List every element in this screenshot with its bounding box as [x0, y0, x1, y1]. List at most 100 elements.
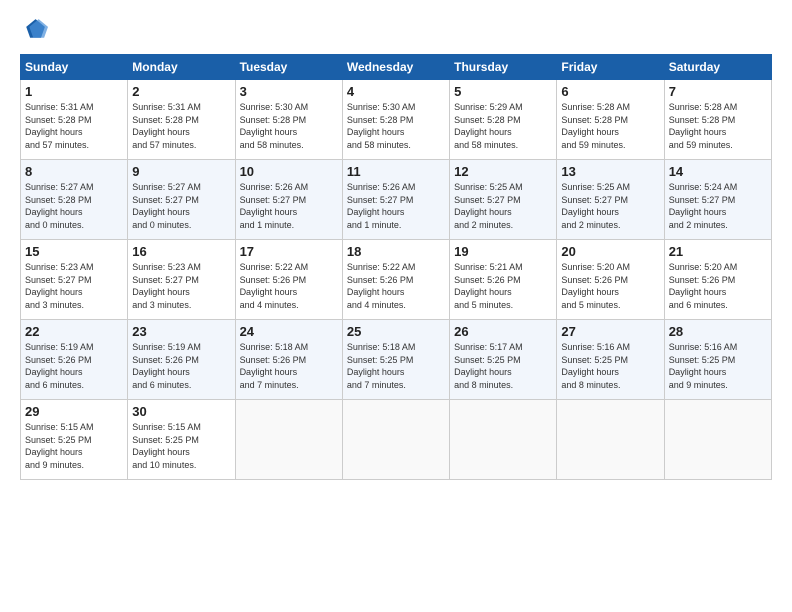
- sunrise-text: Sunrise: 5:21 AM: [454, 262, 523, 272]
- daylight-label: Daylight hours: [240, 127, 298, 137]
- day-info: Sunrise: 5:20 AMSunset: 5:26 PMDaylight …: [669, 261, 767, 311]
- day-number: 1: [25, 84, 123, 99]
- calendar-cell: 4 Sunrise: 5:30 AMSunset: 5:28 PMDaylight…: [342, 80, 449, 160]
- sunset-text: Sunset: 5:27 PM: [132, 275, 199, 285]
- calendar-cell: 17Sunrise: 5:22 AMSunset: 5:26 PMDayligh…: [235, 240, 342, 320]
- daylight-label: Daylight hours: [347, 367, 405, 377]
- sunset-text: Sunset: 5:26 PM: [25, 355, 92, 365]
- daylight-label: Daylight hours: [132, 287, 190, 297]
- sunrise-text: Sunrise: 5:20 AM: [669, 262, 738, 272]
- calendar-cell: 19Sunrise: 5:21 AMSunset: 5:26 PMDayligh…: [450, 240, 557, 320]
- calendar-cell: 25Sunrise: 5:18 AMSunset: 5:25 PMDayligh…: [342, 320, 449, 400]
- daylight-label: Daylight hours: [25, 447, 83, 457]
- sunrise-text: Sunrise: 5:26 AM: [347, 182, 416, 192]
- day-info: Sunrise: 5:15 AMSunset: 5:25 PMDaylight …: [132, 421, 230, 471]
- day-number: 15: [25, 244, 123, 259]
- calendar-cell: [664, 400, 771, 480]
- day-info: Sunrise: 5:20 AMSunset: 5:26 PMDaylight …: [561, 261, 659, 311]
- day-number: 9: [132, 164, 230, 179]
- day-info: Sunrise: 5:22 AM Sunset: 5:26 PM Daylight …: [240, 261, 338, 311]
- daylight-minutes: and 57 minutes.: [25, 140, 89, 150]
- day-number: 2: [132, 84, 230, 99]
- sunrise-text: Sunrise: 5:20 AM: [561, 262, 630, 272]
- daylight-label: Daylight hours: [25, 127, 83, 137]
- daylight-label: Daylight hours: [347, 207, 405, 217]
- dow-header: Monday: [128, 55, 235, 80]
- calendar-cell: 13Sunrise: 5:25 AMSunset: 5:27 PMDayligh…: [557, 160, 664, 240]
- daylight-label: Daylight hours: [25, 207, 83, 217]
- sunset-text: Sunset: 5:26 PM: [561, 275, 628, 285]
- day-number: 30: [132, 404, 230, 419]
- daylight-label: Daylight hours: [240, 287, 298, 297]
- daylight-minutes: and 2 minutes.: [454, 220, 513, 230]
- sunrise-text: Sunrise: 5:15 AM: [25, 422, 94, 432]
- daylight-label: Daylight hours: [561, 207, 619, 217]
- sunrise-text: Sunrise: 5:19 AM: [25, 342, 94, 352]
- sunrise-text: Sunrise: 5:26 AM: [240, 182, 309, 192]
- daylight-minutes: and 8 minutes.: [561, 380, 620, 390]
- calendar-cell: 20Sunrise: 5:20 AMSunset: 5:26 PMDayligh…: [557, 240, 664, 320]
- sunrise-text: Sunrise: 5:30 AM: [347, 102, 416, 112]
- sunrise-text: Sunrise: 5:28 AM: [561, 102, 630, 112]
- calendar-cell: 8Sunrise: 5:27 AMSunset: 5:28 PMDaylight…: [21, 160, 128, 240]
- daylight-minutes: and 59 minutes.: [669, 140, 733, 150]
- calendar-cell: 18Sunrise: 5:22 AMSunset: 5:26 PMDayligh…: [342, 240, 449, 320]
- daylight-minutes: and 6 minutes.: [25, 380, 84, 390]
- day-info: Sunrise: 5:27 AMSunset: 5:28 PMDaylight …: [25, 181, 123, 231]
- daylight-label: Daylight hours: [25, 287, 83, 297]
- calendar-cell: 15 Sunrise: 5:23 AMSunset: 5:27 PMDayligh…: [21, 240, 128, 320]
- daylight-minutes: and 5 minutes.: [454, 300, 513, 310]
- sunrise-text: Sunrise: 5:27 AM: [25, 182, 94, 192]
- day-number: 20: [561, 244, 659, 259]
- day-number: 23: [132, 324, 230, 339]
- daylight-label: Daylight hours: [669, 127, 727, 137]
- sunrise-text: Sunrise: 5:22 AM: [240, 262, 309, 272]
- calendar-cell: 6Sunrise: 5:28 AMSunset: 5:28 PMDaylight…: [557, 80, 664, 160]
- daylight-label: Daylight hours: [347, 127, 405, 137]
- day-number: 19: [454, 244, 552, 259]
- sunrise-text: Sunrise: 5:22 AM: [347, 262, 416, 272]
- daylight-minutes: and 57 minutes.: [132, 140, 196, 150]
- dow-header: Thursday: [450, 55, 557, 80]
- sunset-text: Sunset: 5:27 PM: [240, 195, 307, 205]
- daylight-label: Daylight hours: [347, 287, 405, 297]
- sunrise-text: Sunrise: 5:23 AM: [25, 262, 94, 272]
- day-info: Sunrise: 5:28 AMSunset: 5:28 PMDaylight …: [669, 101, 767, 151]
- calendar-cell: 9Sunrise: 5:27 AMSunset: 5:27 PMDaylight…: [128, 160, 235, 240]
- day-number: 6: [561, 84, 659, 99]
- daylight-label: Daylight hours: [561, 367, 619, 377]
- daylight-minutes: and 3 minutes.: [132, 300, 191, 310]
- daylight-label: Daylight hours: [669, 367, 727, 377]
- calendar-cell: 3Sunrise: 5:30 AMSunset: 5:28 PMDaylight…: [235, 80, 342, 160]
- daylight-minutes: and 7 minutes.: [240, 380, 299, 390]
- day-info: Sunrise: 5:26 AMSunset: 5:27 PMDaylight …: [347, 181, 445, 231]
- sunset-text: Sunset: 5:26 PM: [347, 275, 414, 285]
- day-number: 28: [669, 324, 767, 339]
- dow-header: Saturday: [664, 55, 771, 80]
- daylight-minutes: and 59 minutes.: [561, 140, 625, 150]
- daylight-minutes: and 0 minutes.: [132, 220, 191, 230]
- sunrise-text: Sunrise: 5:27 AM: [132, 182, 201, 192]
- sunset-text: Sunset: 5:25 PM: [25, 435, 92, 445]
- calendar-week-row: 22Sunrise: 5:19 AMSunset: 5:26 PMDayligh…: [21, 320, 772, 400]
- sunset-text: Sunset: 5:26 PM: [240, 275, 307, 285]
- calendar-week-row: 15Sunrise: 5:23 AMSunset: 5:27 PMDayligh…: [21, 240, 772, 320]
- day-number: 4: [347, 84, 445, 99]
- calendar-cell: 24Sunrise: 5:18 AMSunset: 5:26 PMDayligh…: [235, 320, 342, 400]
- calendar-cell: 14Sunrise: 5:24 AMSunset: 5:27 PMDayligh…: [664, 160, 771, 240]
- day-number: 11: [347, 164, 445, 179]
- calendar-cell: 7Sunrise: 5:28 AMSunset: 5:28 PMDaylight…: [664, 80, 771, 160]
- day-info: Sunrise: 5:30 AMSunset: 5:28 PMDaylight …: [347, 101, 445, 151]
- calendar-cell: [342, 400, 449, 480]
- sunset-text: Sunset: 5:28 PM: [132, 115, 199, 125]
- sunrise-text: Sunrise: 5:31 AM: [25, 102, 94, 112]
- sunrise-text: Sunrise: 5:28 AM: [669, 102, 738, 112]
- day-number: 29: [25, 404, 123, 419]
- day-info: Sunrise: 5:23 AMSunset: 5:27 PMDaylight …: [25, 261, 123, 311]
- calendar-cell: 2Sunrise: 5:31 AMSunset: 5:28 PMDaylight…: [128, 80, 235, 160]
- daylight-label: Daylight hours: [669, 207, 727, 217]
- day-info: Sunrise: 5:17 AMSunset: 5:25 PMDaylight …: [454, 341, 552, 391]
- sunrise-text: Sunrise: 5:17 AM: [454, 342, 523, 352]
- daylight-minutes: and 2 minutes.: [561, 220, 620, 230]
- day-info: Sunrise: 5:30 AMSunset: 5:28 PMDaylight …: [240, 101, 338, 151]
